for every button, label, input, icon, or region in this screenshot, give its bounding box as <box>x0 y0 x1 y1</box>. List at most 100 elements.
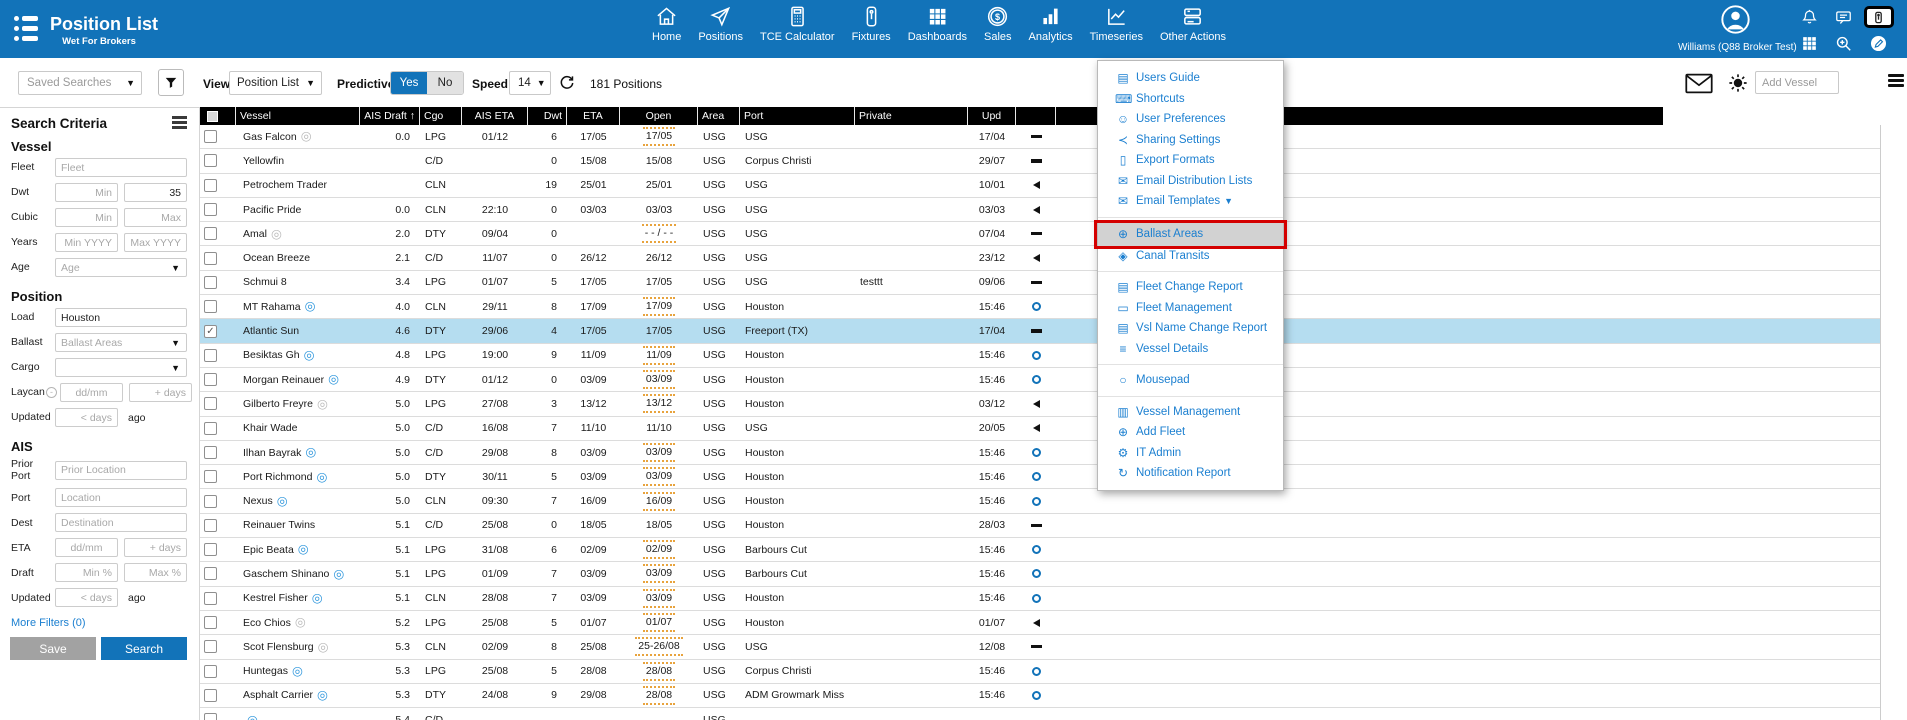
table-row[interactable]: Gilberto Freyre◎5.0LPG27/08313/1213/12US… <box>200 392 1880 416</box>
brightness-sun-icon[interactable] <box>1727 72 1749 94</box>
user-profile[interactable]: Williams (Q88 Broker Test) <box>1678 4 1793 53</box>
cubic-input[interactable] <box>124 208 187 227</box>
menu-item-fleet-change-report[interactable]: ▤Fleet Change Report <box>1098 277 1283 298</box>
table-row[interactable]: YellowfinC/D015/0815/08USGCorpus Christi… <box>200 149 1880 173</box>
select-all-checkbox[interactable] <box>207 111 218 122</box>
menu-item-shortcuts[interactable]: ⌨Shortcuts <box>1098 89 1283 110</box>
vessel-name[interactable]: Ocean Breeze <box>243 252 310 264</box>
menu-item-users-guide[interactable]: ▤Users Guide <box>1098 68 1283 89</box>
vessel-name[interactable]: Petrochem Trader <box>243 179 327 191</box>
port-input[interactable] <box>55 488 187 507</box>
vessel-name[interactable]: Gaschem Shinano <box>243 568 329 580</box>
cubic-input[interactable] <box>55 208 118 227</box>
table-row[interactable]: Huntegas◎5.3LPG25/08528/0828/08USGCorpus… <box>200 660 1880 684</box>
nav-item-timeseries[interactable]: Timeseries <box>1090 5 1143 43</box>
row-checkbox[interactable] <box>204 349 217 362</box>
dwt-input[interactable] <box>124 183 187 202</box>
app-logo[interactable]: Position List Wet For Brokers <box>14 9 158 47</box>
row-checkbox[interactable] <box>204 130 217 143</box>
vessel-name[interactable]: Scot Flensburg <box>243 641 314 653</box>
row-checkbox[interactable] <box>204 446 217 459</box>
laycan-input[interactable] <box>129 383 192 402</box>
table-row[interactable]: Besiktas Gh◎4.8LPG19:00911/0911/09USGHou… <box>200 344 1880 368</box>
minus-circle-icon[interactable]: - <box>46 387 57 398</box>
column-header-area[interactable]: Area <box>698 107 740 125</box>
menu-item-mousepad[interactable]: ○Mousepad <box>1098 370 1283 391</box>
row-checkbox[interactable] <box>204 373 217 386</box>
vessel-name[interactable]: Huntegas <box>243 665 288 677</box>
email-icon[interactable] <box>1684 73 1714 94</box>
table-row[interactable]: ✓Atlantic Sun4.6DTY29/06417/0517/05USGFr… <box>200 319 1880 343</box>
menu-item-it-admin[interactable]: ⚙IT Admin <box>1098 443 1283 464</box>
table-row[interactable]: Reinauer Twins5.1C/D25/08018/0518/05USGH… <box>200 514 1880 538</box>
table-row[interactable]: Morgan Reinauer◎4.9DTY01/12003/0903/09US… <box>200 368 1880 392</box>
row-checkbox[interactable] <box>204 227 217 240</box>
table-row[interactable]: Port Richmond◎5.0DTY30/11503/0903/09USGH… <box>200 465 1880 489</box>
menu-item-user-preferences[interactable]: ☺User Preferences <box>1098 109 1283 130</box>
nav-item-analytics[interactable]: Analytics <box>1029 5 1073 43</box>
table-row[interactable]: Ocean Breeze2.1C/D11/07026/1226/12USGUSG… <box>200 246 1880 270</box>
calculator-grid-icon[interactable] <box>1800 34 1819 53</box>
vessel-name[interactable]: MT Rahama <box>243 301 301 313</box>
filter-button[interactable] <box>158 69 184 96</box>
vessel-name[interactable]: Amal <box>243 228 267 240</box>
table-row[interactable]: Petrochem TraderCLN1925/0125/01USGUSG10/… <box>200 174 1880 198</box>
column-header-vessel[interactable]: Vessel <box>236 107 360 125</box>
row-checkbox[interactable] <box>204 519 217 532</box>
nav-item-home[interactable]: Home <box>652 5 681 43</box>
add-vessel-input[interactable] <box>1755 71 1839 94</box>
header-select-all[interactable] <box>200 107 236 125</box>
column-header-dwt[interactable]: Dwt <box>528 107 567 125</box>
updated-input[interactable] <box>55 408 118 427</box>
vessel-name[interactable]: Port Richmond <box>243 471 312 483</box>
vessel-name[interactable]: Khair Wade <box>243 422 297 434</box>
row-checkbox[interactable] <box>204 640 217 653</box>
menu-hamburger-icon[interactable] <box>1888 74 1904 90</box>
row-checkbox[interactable] <box>204 252 217 265</box>
nav-item-sales[interactable]: $Sales <box>984 5 1012 43</box>
column-header-eta[interactable]: ETA <box>567 107 620 125</box>
nav-item-other-actions[interactable]: Other Actions <box>1160 5 1226 43</box>
table-row[interactable]: Eco Chios◎5.2LPG25/08501/0701/07USGHoust… <box>200 611 1880 635</box>
column-header-port[interactable]: Port <box>740 107 855 125</box>
column-header-updicon[interactable] <box>1016 107 1056 125</box>
load-input[interactable] <box>55 308 187 327</box>
menu-item-ballast-areas[interactable]: ⊕Ballast Areas <box>1098 223 1283 246</box>
row-checkbox[interactable] <box>204 592 217 605</box>
table-row[interactable]: Epic Beata◎5.1LPG31/08602/0902/09USGBarb… <box>200 538 1880 562</box>
age-select[interactable]: Age▼ <box>55 258 187 277</box>
vessel-name[interactable]: Schmui 8 <box>243 276 287 288</box>
years-input[interactable] <box>55 233 118 252</box>
menu-item-vessel-management[interactable]: ▥Vessel Management <box>1098 402 1283 423</box>
predictive-yes-button[interactable]: Yes <box>391 72 427 94</box>
eta-input[interactable] <box>124 538 187 557</box>
table-row[interactable]: Gas Falcon◎0.0LPG01/12617/0517/05USGUSG1… <box>200 125 1880 149</box>
speed-select[interactable]: 14 ▼ <box>509 71 551 95</box>
row-checkbox[interactable] <box>204 470 217 483</box>
fleet-input[interactable] <box>55 158 187 177</box>
vessel-name[interactable]: Kestrel Fisher <box>243 592 308 604</box>
row-checkbox[interactable] <box>204 616 217 629</box>
row-checkbox[interactable] <box>204 179 217 192</box>
refresh-icon[interactable] <box>558 74 576 92</box>
vessel-name[interactable]: Reinauer Twins <box>243 519 315 531</box>
table-row[interactable]: Ilhan Bayrak◎5.0C/D29/08803/0903/09USGHo… <box>200 441 1880 465</box>
table-row[interactable]: Nexus◎5.0CLN09:30716/0916/09USGHouston15… <box>200 489 1880 513</box>
vessel-name[interactable]: Gas Falcon <box>243 131 297 143</box>
vessel-name[interactable]: Nexus <box>243 495 273 507</box>
nav-item-positions[interactable]: Positions <box>698 5 743 43</box>
laycan-input[interactable] <box>60 383 123 402</box>
saved-searches-select[interactable]: Saved Searches ▼ <box>18 71 142 95</box>
table-row[interactable]: Schmui 83.4LPG01/07517/0517/05USGUSGtest… <box>200 271 1880 295</box>
row-checkbox[interactable] <box>204 689 217 702</box>
more-filters-link[interactable]: More Filters (0) <box>0 613 199 637</box>
menu-item-vsl-name-change-report[interactable]: ▤Vsl Name Change Report <box>1098 318 1283 339</box>
row-checkbox[interactable] <box>204 665 217 678</box>
menu-item-canal-transits[interactable]: ◈Canal Transits <box>1098 246 1283 267</box>
table-row[interactable]: Amal◎2.0DTY09/040- - / - -USGUSG07/04 <box>200 222 1880 246</box>
vessel-name[interactable]: Yellowfin <box>243 155 284 167</box>
nav-item-tce-calculator[interactable]: TCE Calculator <box>760 5 835 43</box>
row-checkbox[interactable] <box>204 300 217 313</box>
search-button[interactable]: Search <box>101 637 187 660</box>
column-header-ais-draft[interactable]: AIS Draft ↑ <box>360 107 420 125</box>
